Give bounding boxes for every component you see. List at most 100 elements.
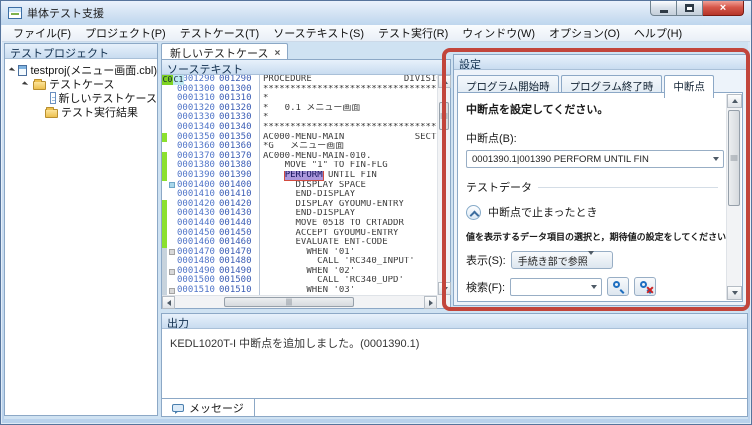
tree-expander-icon[interactable] <box>34 108 43 117</box>
app-window: 単体テスト支援 × ファイル(F) プロジェクト(P) テストケース(T) ソーステキ… <box>0 0 752 425</box>
breakpoint-gutter[interactable] <box>167 238 176 248</box>
clear-search-button[interactable] <box>634 277 657 296</box>
settings-tab[interactable]: 中断点 <box>664 75 714 98</box>
breakpoint-gutter[interactable] <box>167 171 176 181</box>
breakpoint-gutter[interactable] <box>167 229 176 239</box>
tab-new-test-case[interactable]: 新しいテストケース × <box>161 43 289 60</box>
settings-vertical-scrollbar[interactable] <box>726 94 742 300</box>
code-line[interactable]: 0001510 001510 WHEN '03' <box>162 285 437 295</box>
breakpoint-gutter[interactable] <box>167 181 176 191</box>
collapse-toggle-button[interactable] <box>466 204 481 220</box>
tree-item[interactable]: 新しいテストケース <box>5 91 157 105</box>
code-text: ****************************************… <box>259 122 437 133</box>
dropdown-arrow-icon[interactable] <box>587 250 594 266</box>
source-horizontal-scrollbar[interactable] <box>162 295 437 309</box>
menu-item[interactable]: テストケース(T) <box>173 24 267 42</box>
code-area[interactable]: 0001290 001290 PROCEDURE DIVISION 000130… <box>162 75 437 295</box>
menu-item[interactable]: プロジェクト(P) <box>78 24 173 42</box>
breakpoint-gutter[interactable] <box>167 200 176 210</box>
display-scope-select[interactable]: 手続き部で参照 <box>510 250 613 269</box>
gutter-marker-icon <box>169 106 175 112</box>
scroll-up-button[interactable] <box>438 75 451 88</box>
code-text: ACCEPT GYOUMU-ENTRY <box>259 228 437 239</box>
breakpoint-gutter[interactable] <box>167 123 176 133</box>
settings-panel-title: 設定 <box>454 55 746 70</box>
breakpoint-gutter[interactable] <box>167 276 176 286</box>
search-icon <box>613 281 621 288</box>
menu-item[interactable]: ヘルプ(H) <box>627 24 689 42</box>
title-bar[interactable]: 単体テスト支援 × <box>1 1 751 25</box>
tree-item[interactable]: テストケース <box>5 77 157 91</box>
output-body[interactable]: KEDL1020T-I 中断点を追加しました。(0001390.1) <box>162 329 747 398</box>
ruler-c0-label: C0 <box>162 75 173 85</box>
vertical-scroll-thumb[interactable] <box>439 102 449 130</box>
arrow-up-icon <box>441 79 448 84</box>
vertical-scroll-thumb[interactable] <box>728 110 740 206</box>
search-combobox[interactable] <box>510 277 603 296</box>
minimize-button[interactable] <box>650 1 677 16</box>
breakpoint-gutter[interactable] <box>167 85 176 95</box>
horizontal-scroll-thumb[interactable] <box>224 297 354 307</box>
code-text: PERFORM UNTIL FIN <box>259 170 437 181</box>
gutter-marker-icon <box>169 278 175 284</box>
tab-messages[interactable]: メッセージ <box>162 399 255 416</box>
tree-item-label: テスト実行結果 <box>61 107 138 119</box>
gutter-marker-icon <box>169 154 175 160</box>
close-button[interactable]: × <box>703 1 744 16</box>
breakpoint-gutter[interactable] <box>167 152 176 162</box>
scrollbar-corner <box>437 295 450 308</box>
code-text: WHEN '01' <box>259 247 437 258</box>
thumb-grip-icon <box>286 298 292 306</box>
scroll-right-button[interactable] <box>424 296 437 309</box>
breakpoint-gutter[interactable] <box>167 104 176 114</box>
source-vertical-scrollbar[interactable] <box>437 75 451 295</box>
scroll-left-button[interactable] <box>162 296 175 309</box>
menu-item[interactable]: ソーステキスト(S) <box>266 24 371 42</box>
search-button[interactable] <box>607 277 630 296</box>
breakpoint-gutter[interactable] <box>167 257 176 267</box>
menu-item[interactable]: ファイル(F) <box>6 24 78 42</box>
tree-expander-icon[interactable] <box>45 94 48 103</box>
tree-item[interactable]: testproj(メニュー画面.cbl) <box>5 63 157 77</box>
tab-close-icon[interactable]: × <box>274 48 280 59</box>
breakpoint-gutter[interactable] <box>167 209 176 219</box>
breakpoint-gutter[interactable] <box>167 190 176 200</box>
tree-expander-icon[interactable] <box>22 80 31 89</box>
display-scope-value: 手続き部で参照 <box>517 256 588 268</box>
breakpoint-gutter[interactable] <box>167 142 176 152</box>
code-text: END-DISPLAY <box>259 190 437 200</box>
code-text: DISPLAY SPACE <box>259 180 437 191</box>
code-text: PROCEDURE DIVISION <box>259 75 437 85</box>
breakpoint-dropdown[interactable]: 0001390.1|001390 PERFORM UNTIL FIN <box>466 150 724 168</box>
breakpoint-gutter[interactable] <box>167 286 176 295</box>
breakpoint-gutter[interactable] <box>167 94 176 104</box>
source-text-panel: ソーステキスト 0001290 001290 PROCEDURE DIVISIO… <box>161 59 451 309</box>
tree-item[interactable]: テスト実行結果 <box>5 105 157 119</box>
code-text: DISPLAY GYOUMU-ENTRY <box>259 199 437 210</box>
arrow-right-icon <box>428 299 433 306</box>
breakpoint-gutter[interactable] <box>167 133 176 143</box>
breakpoint-gutter[interactable] <box>167 248 176 258</box>
minimize-icon <box>659 9 668 13</box>
tree-expander-icon[interactable] <box>9 66 16 75</box>
breakpoint-gutter[interactable] <box>167 161 176 171</box>
gutter-marker-icon <box>169 144 175 150</box>
menu-item[interactable]: オプション(O) <box>542 24 627 42</box>
scroll-up-button[interactable] <box>727 94 742 108</box>
breakpoint-stop-section: 中断点で止まったとき <box>466 204 718 220</box>
search-label: 検索(F): <box>466 281 506 294</box>
menu-item[interactable]: テスト実行(R) <box>371 24 455 42</box>
window-title: 単体テスト支援 <box>27 8 104 20</box>
scroll-down-button[interactable] <box>727 286 742 300</box>
menu-item[interactable]: ウィンドウ(W) <box>455 24 542 42</box>
menu-bar: ファイル(F) プロジェクト(P) テストケース(T) ソーステキスト(S) テスト実行… <box>2 25 750 42</box>
dropdown-arrow-icon[interactable] <box>587 280 600 294</box>
breakpoint-tab-content: 中断点を設定してください。 中断点(B): 0001390.1|001390 P… <box>457 92 743 302</box>
maximize-button[interactable] <box>677 1 703 16</box>
dropdown-arrow-icon[interactable] <box>709 152 722 166</box>
gutter-marker-icon <box>169 173 175 179</box>
scroll-down-button[interactable] <box>438 282 451 295</box>
breakpoint-gutter[interactable] <box>167 113 176 123</box>
breakpoint-gutter[interactable] <box>167 219 176 229</box>
breakpoint-gutter[interactable] <box>167 267 176 277</box>
